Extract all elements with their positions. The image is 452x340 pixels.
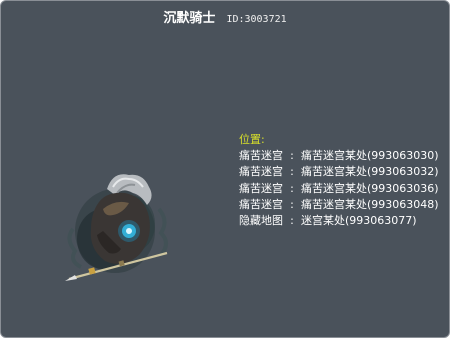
- location-separator: :: [290, 149, 294, 163]
- location-separator: :: [290, 213, 294, 227]
- location-map: 隐藏地图: [239, 213, 283, 227]
- location-separator: :: [290, 181, 294, 195]
- location-map: 痛苦迷宫: [239, 197, 283, 211]
- location-entry: 隐藏地图: 迷宫某处(993063077): [239, 213, 439, 229]
- location-entry: 痛苦迷宫: 痛苦迷宫某处(993063032): [239, 164, 439, 180]
- location-place: 迷宫某处(993063077): [301, 213, 417, 227]
- location-map: 痛苦迷宫: [239, 149, 283, 163]
- panel-header: 沉默骑士 ID:3003721: [1, 7, 449, 27]
- location-place: 痛苦迷宫某处(993063036): [301, 181, 439, 195]
- location-title: 位置:: [239, 133, 265, 146]
- location-separator: :: [290, 197, 294, 211]
- location-place: 痛苦迷宫某处(993063032): [301, 165, 439, 179]
- location-info: 位置: 痛苦迷宫: 痛苦迷宫某处(993063030) 痛苦迷宫: 痛苦迷宫某处(9…: [239, 132, 439, 229]
- monster-name: 沉默骑士: [163, 11, 216, 26]
- location-map: 痛苦迷宫: [239, 165, 283, 179]
- location-entry: 痛苦迷宫: 痛苦迷宫某处(993063048): [239, 197, 439, 213]
- monster-info-panel: 沉默骑士 ID:3003721 位置: 痛苦迷宫: 痛苦迷宫某处(993063…: [0, 0, 450, 338]
- location-map: 痛苦迷宫: [239, 181, 283, 195]
- location-entry: 痛苦迷宫: 痛苦迷宫某处(993063030): [239, 148, 439, 164]
- location-separator: :: [290, 165, 294, 179]
- location-place: 痛苦迷宫某处(993063048): [301, 197, 439, 211]
- location-entry: 痛苦迷宫: 痛苦迷宫某处(993063036): [239, 181, 439, 197]
- monster-id: ID:3003721: [226, 14, 287, 25]
- monster-sprite-icon: [63, 169, 173, 284]
- location-place: 痛苦迷宫某处(993063030): [301, 149, 439, 163]
